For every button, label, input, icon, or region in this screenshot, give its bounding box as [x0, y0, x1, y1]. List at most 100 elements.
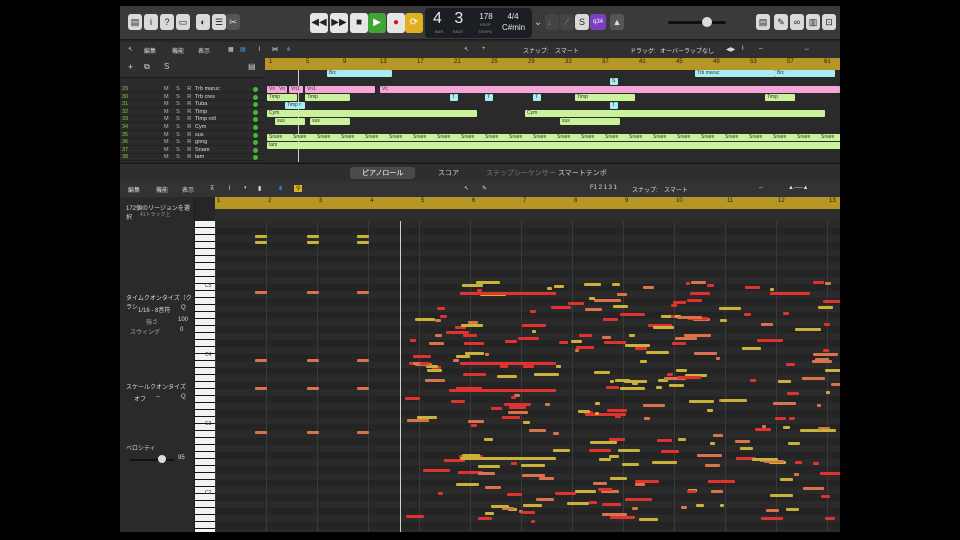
region[interactable]: T	[533, 94, 541, 101]
midi-note[interactable]	[461, 324, 483, 327]
midi-note[interactable]	[825, 369, 840, 372]
midi-note[interactable]	[553, 432, 559, 435]
midi-note[interactable]	[497, 375, 517, 378]
midi-note[interactable]	[603, 318, 618, 321]
midi-note[interactable]	[446, 331, 469, 334]
midi-note[interactable]	[690, 292, 710, 295]
midi-note[interactable]	[671, 315, 675, 318]
midi-note[interactable]	[620, 313, 645, 316]
midi-note[interactable]	[460, 292, 556, 295]
midi-note[interactable]	[681, 506, 687, 509]
pr-flex-icon[interactable]: ▮	[258, 185, 261, 192]
region[interactable]: Timp	[267, 94, 297, 101]
midi-note[interactable]	[694, 352, 717, 355]
track-row[interactable]: 30 M S R Trb cres	[120, 94, 265, 101]
midi-note[interactable]	[735, 440, 750, 443]
tempo-value[interactable]: 178	[475, 12, 497, 21]
midi-note[interactable]	[357, 241, 369, 244]
tracks-edit-menu[interactable]: 編集	[144, 46, 156, 55]
midi-note[interactable]	[460, 389, 556, 392]
midi-note[interactable]	[817, 404, 821, 407]
midi-note[interactable]	[437, 307, 445, 310]
midi-note[interactable]	[578, 410, 590, 413]
midi-note[interactable]	[511, 396, 516, 399]
midi-note[interactable]	[485, 486, 501, 489]
list-editors-icon[interactable]: ▤	[756, 14, 770, 30]
track-row[interactable]: 35 M S R sus	[120, 132, 265, 139]
midi-note[interactable]	[593, 482, 607, 485]
midi-note[interactable]	[766, 509, 779, 512]
region[interactable]: Snare	[675, 134, 697, 141]
midi-note[interactable]	[612, 283, 620, 286]
midi-note[interactable]	[707, 409, 713, 412]
midi-note[interactable]	[826, 391, 830, 394]
midi-note[interactable]	[530, 310, 536, 313]
midi-note[interactable]	[689, 400, 714, 403]
piano-roll-ruler-bar[interactable]: 1 2 3 4 5 6 7 8 9 10 11 12 13	[215, 197, 840, 209]
back-icon[interactable]: ↖	[128, 46, 133, 53]
track-msr-buttons[interactable]: M S R	[164, 101, 194, 108]
midi-note[interactable]	[762, 425, 766, 428]
pr-functions-menu[interactable]: 機能	[156, 185, 168, 194]
midi-note[interactable]	[255, 241, 267, 244]
midi-note[interactable]	[545, 403, 550, 406]
midi-note[interactable]	[742, 347, 761, 350]
region[interactable]: Cym	[267, 110, 477, 117]
midi-note[interactable]	[711, 490, 723, 493]
region[interactable]: Snare	[339, 134, 361, 141]
help-icon[interactable]: ?	[160, 14, 174, 30]
tab-smart-tempo[interactable]: スマートテンポ	[558, 168, 607, 178]
track-row[interactable]: 34 M S R Cym	[120, 124, 265, 131]
midi-note[interactable]	[507, 493, 522, 496]
midi-note[interactable]	[567, 502, 589, 505]
track-msr-buttons[interactable]: M S R	[164, 147, 194, 154]
midi-note[interactable]	[825, 282, 831, 285]
midi-note[interactable]	[676, 369, 687, 372]
region[interactable]: Snare	[483, 134, 505, 141]
cycle-button[interactable]: ⟳	[405, 13, 423, 33]
pr-view-menu[interactable]: 表示	[182, 185, 194, 194]
midi-note[interactable]	[721, 399, 747, 402]
region[interactable]: Snare	[387, 134, 409, 141]
midi-note[interactable]	[589, 297, 595, 300]
track-row[interactable]: 36 M S R gong	[120, 139, 265, 147]
scale-type-select[interactable]: --	[156, 394, 160, 400]
marquee-icon[interactable]: ◀▶	[726, 46, 735, 53]
region[interactable]: Snare	[459, 134, 481, 141]
midi-note[interactable]	[571, 340, 582, 343]
midi-note[interactable]	[555, 492, 576, 495]
midi-note[interactable]	[696, 504, 704, 507]
midi-note[interactable]	[357, 359, 369, 362]
midi-note[interactable]	[491, 505, 509, 508]
midi-note[interactable]	[686, 282, 690, 285]
master-volume-knob[interactable]	[702, 17, 712, 27]
midi-note[interactable]	[255, 291, 267, 294]
tab-piano-roll[interactable]: ピアノロール	[350, 167, 416, 179]
midi-note[interactable]	[615, 379, 630, 382]
midi-note[interactable]	[783, 426, 790, 429]
collapse-icon[interactable]: ⊼	[210, 185, 214, 192]
midi-note[interactable]	[823, 349, 829, 352]
midi-note[interactable]	[618, 449, 640, 452]
grid-icon[interactable]: ▦	[228, 46, 234, 53]
midi-note[interactable]	[656, 386, 662, 389]
lcd-display[interactable]: 4 3 BAR BEAT 178 KEEP TEMPO 4/4 C#min	[425, 8, 532, 38]
track-msr-buttons[interactable]: M S R	[164, 132, 194, 139]
region[interactable]: sus	[275, 118, 305, 125]
scale-q-button[interactable]: Q	[181, 394, 186, 400]
midi-note[interactable]	[255, 359, 267, 362]
swing-value[interactable]: 0	[180, 327, 183, 333]
midi-note[interactable]	[606, 386, 619, 389]
midi-note[interactable]	[687, 299, 702, 302]
midi-note[interactable]	[640, 360, 647, 363]
track-msr-buttons[interactable]: M S R	[164, 154, 194, 161]
region[interactable]: T	[450, 94, 458, 101]
midi-note[interactable]	[821, 429, 836, 432]
list-icon[interactable]: ▤	[240, 46, 246, 53]
midi-note[interactable]	[678, 438, 686, 441]
midi-note[interactable]	[775, 417, 786, 420]
midi-note[interactable]	[547, 287, 552, 290]
midi-note[interactable]	[529, 429, 546, 432]
tuner-icon[interactable]: ♩	[545, 14, 559, 30]
midi-note[interactable]	[357, 387, 369, 390]
